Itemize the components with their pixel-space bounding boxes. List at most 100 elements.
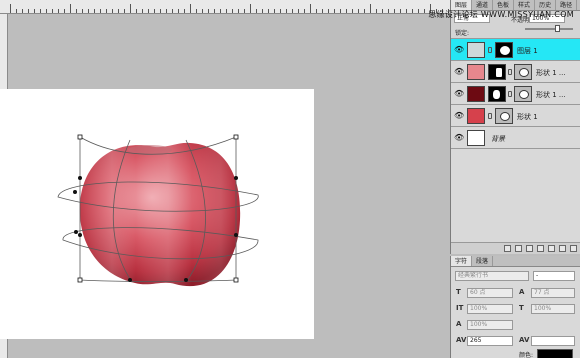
ruler-tick <box>130 4 131 13</box>
layer-mask-thumbnail[interactable] <box>495 42 513 58</box>
horizontal-scale-field[interactable]: 100% <box>531 304 575 314</box>
ruler-tick <box>10 4 11 13</box>
ruler-tick <box>334 9 335 13</box>
tracking-field[interactable]: 265 <box>467 336 513 346</box>
ruler-tick <box>406 9 407 13</box>
ruler-tick <box>64 9 65 13</box>
eye-icon[interactable]: 👁 <box>454 90 464 98</box>
opacity-slider-track[interactable] <box>525 28 573 30</box>
link-layers-icon[interactable] <box>504 245 511 252</box>
ruler-tick <box>316 9 317 13</box>
eye-icon[interactable]: 👁 <box>454 68 464 76</box>
layer-thumbnail <box>467 108 485 124</box>
font-size-icon: T <box>456 288 461 296</box>
ruler-tick <box>220 9 221 13</box>
ruler-tick <box>340 9 341 13</box>
layer-name[interactable]: 背景 <box>491 134 505 144</box>
layer-row[interactable]: 👁 背景 <box>451 127 580 149</box>
vertical-scale-field[interactable]: 100% <box>467 304 513 314</box>
new-layer-icon[interactable] <box>559 245 566 252</box>
ruler-tick <box>328 9 329 13</box>
baseline-icon: A <box>456 320 462 328</box>
eye-icon[interactable]: 👁 <box>454 112 464 120</box>
vector-mask-thumbnail[interactable] <box>488 86 506 102</box>
vector-mask-thumbnail[interactable] <box>488 64 506 80</box>
layer-mask-thumbnail[interactable] <box>514 64 532 80</box>
text-color-swatch[interactable] <box>537 349 573 358</box>
ruler-tick <box>214 9 215 13</box>
layer-row[interactable]: 👁 图层 1 <box>451 39 580 61</box>
character-tabs: 字符 段落 <box>451 256 580 267</box>
layer-row[interactable]: 👁 形状 1 ... <box>451 83 580 105</box>
ruler-tick <box>184 9 185 13</box>
ruler-tick <box>292 9 293 13</box>
ruler-tick <box>46 9 47 13</box>
layer-mask-thumbnail[interactable] <box>514 86 532 102</box>
opacity-slider-knob[interactable] <box>555 25 560 32</box>
canvas-area[interactable] <box>0 15 450 358</box>
ruler-tick <box>382 9 383 13</box>
leading-field[interactable]: 77 点 <box>531 288 575 298</box>
link-icon[interactable] <box>488 113 492 119</box>
kerning-icon: AV <box>519 336 530 344</box>
ruler-tick <box>34 9 35 13</box>
add-mask-icon[interactable] <box>526 245 533 252</box>
fx-icon[interactable] <box>515 245 522 252</box>
trash-icon[interactable] <box>570 245 577 252</box>
ruler-tick <box>370 4 371 13</box>
layer-name[interactable]: 形状 1 ... <box>536 68 566 78</box>
layer-name[interactable]: 形状 1 <box>517 112 538 122</box>
ruler-tick <box>160 9 161 13</box>
ruler-tick <box>82 9 83 13</box>
layers-footer <box>451 242 580 254</box>
font-family-select[interactable]: 经典繁行书 <box>455 271 529 281</box>
ruler-tick <box>52 9 53 13</box>
ruler-tick <box>106 9 107 13</box>
layer-name[interactable]: 图层 1 <box>517 46 538 56</box>
adjustment-icon[interactable] <box>537 245 544 252</box>
ruler-tick <box>100 9 101 13</box>
link-icon[interactable] <box>488 47 492 53</box>
link-icon[interactable] <box>508 69 512 75</box>
layer-row[interactable]: 👁 形状 1 <box>451 105 580 127</box>
baseline-field[interactable]: 100% <box>467 320 513 330</box>
font-size-field[interactable]: 60 点 <box>467 288 513 298</box>
ruler-tick <box>190 4 191 13</box>
ruler-tick <box>412 9 413 13</box>
tracking-icon: AV <box>456 336 467 344</box>
ruler-tick <box>418 9 419 13</box>
ruler-tick <box>178 9 179 13</box>
document-canvas[interactable] <box>0 89 314 339</box>
ruler-tick <box>388 9 389 13</box>
layers-list: 👁 图层 1 👁 形状 1 ... 👁 形状 1 ... 👁 形状 1 👁 背景 <box>451 39 580 149</box>
top-ruler[interactable] <box>0 0 450 14</box>
ruler-tick <box>70 4 71 13</box>
vector-mask-thumbnail[interactable] <box>495 108 513 124</box>
ruler-tick <box>358 9 359 13</box>
tab-paragraph[interactable]: 段落 <box>472 256 494 266</box>
lock-label: 锁定: <box>455 30 470 37</box>
horizontal-scale-icon: T <box>519 304 524 312</box>
eye-icon[interactable]: 👁 <box>454 134 464 142</box>
ruler-tick <box>238 9 239 13</box>
ruler-tick <box>136 9 137 13</box>
ruler-tick <box>232 9 233 13</box>
group-icon[interactable] <box>548 245 555 252</box>
layer-row[interactable]: 👁 形状 1 ... <box>451 61 580 83</box>
layer-thumbnail <box>467 130 485 146</box>
layer-name[interactable]: 形状 1 ... <box>536 90 566 100</box>
ruler-tick <box>298 9 299 13</box>
ruler-tick <box>424 9 425 13</box>
tab-character[interactable]: 字符 <box>451 256 473 266</box>
link-icon[interactable] <box>508 91 512 97</box>
ruler-tick <box>118 9 119 13</box>
kerning-field[interactable] <box>531 336 575 346</box>
eye-icon[interactable]: 👁 <box>454 46 464 54</box>
ruler-tick <box>280 9 281 13</box>
leading-icon: A <box>519 288 525 296</box>
ruler-tick <box>58 9 59 13</box>
ruler-tick <box>310 4 311 13</box>
ruler-tick <box>256 9 257 13</box>
font-style-select[interactable]: - <box>533 271 575 281</box>
ruler-tick <box>286 9 287 13</box>
